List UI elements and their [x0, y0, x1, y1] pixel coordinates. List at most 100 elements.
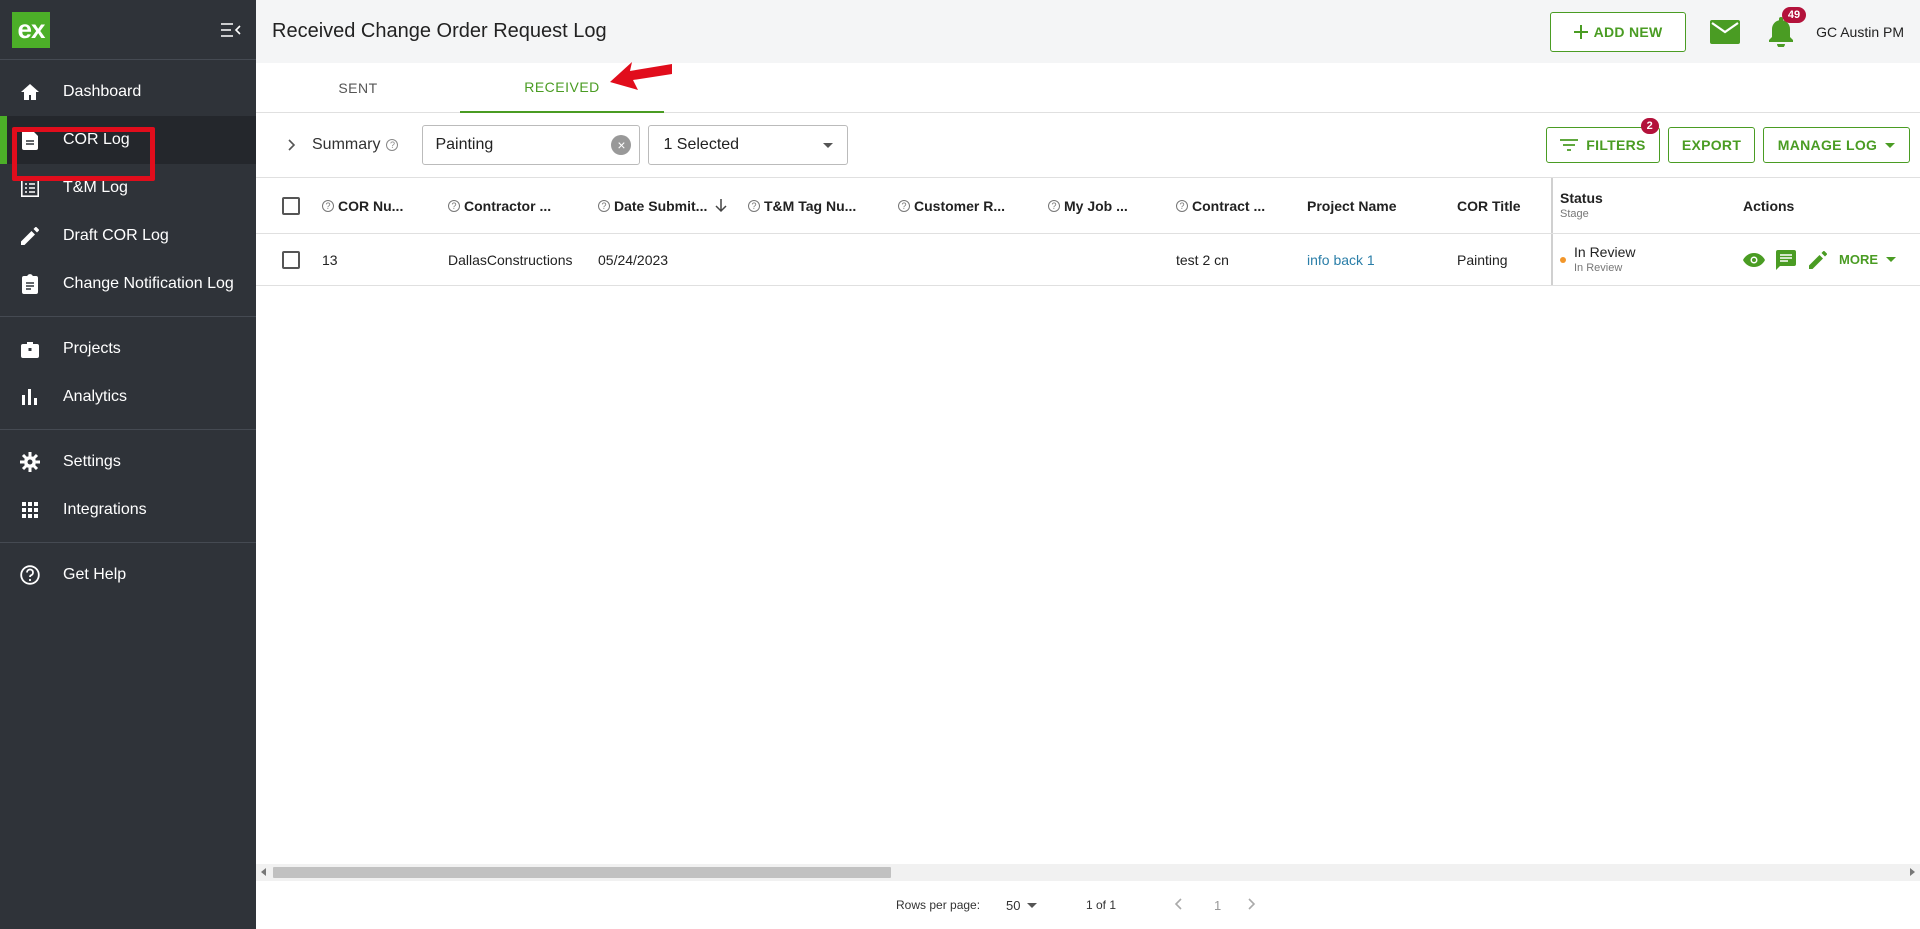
- col-contract[interactable]: ? Contract ...: [1176, 198, 1265, 214]
- sidebar-group-help: Get Help: [0, 543, 256, 607]
- cell-project-name-link[interactable]: info back 1: [1307, 252, 1375, 268]
- col-actions: Actions: [1743, 197, 1795, 214]
- row-checkbox[interactable]: [282, 250, 300, 269]
- summary-help-icon[interactable]: ?: [386, 139, 399, 151]
- manage-log-button[interactable]: MANAGE LOG: [1763, 127, 1910, 163]
- col-date-submitted[interactable]: ? Date Submit...: [598, 198, 727, 214]
- pagination: Rows per page: 50 1 of 1 1: [256, 881, 1920, 929]
- col-cor-number[interactable]: ? COR Nu...: [322, 198, 403, 214]
- select-all-checkbox[interactable]: [282, 196, 300, 215]
- column-divider: [1551, 234, 1553, 285]
- user-menu[interactable]: GC Austin PM: [1816, 24, 1904, 40]
- col-project-name[interactable]: Project Name: [1307, 198, 1396, 214]
- pencil-icon: [20, 226, 40, 246]
- view-eye-icon[interactable]: [1743, 249, 1765, 271]
- notifications-bell-icon[interactable]: 49: [1766, 6, 1807, 49]
- sidebar-item-draft-cor-log[interactable]: Draft COR Log: [0, 212, 256, 260]
- sidebar-group-logs: Dashboard COR Log T&M Log Draft COR Log …: [0, 60, 256, 317]
- sidebar-group-projects: Projects Analytics: [0, 317, 256, 430]
- sidebar-item-get-help[interactable]: Get Help: [0, 551, 256, 599]
- sidebar-item-tm-log[interactable]: T&M Log: [0, 164, 256, 212]
- clear-search-icon[interactable]: ×: [611, 135, 632, 155]
- home-icon: [20, 82, 40, 102]
- column-label: Status: [1560, 189, 1603, 206]
- filter-icon: [1560, 139, 1579, 151]
- expand-summary-chevron-icon[interactable]: [284, 137, 300, 153]
- document-icon: [20, 130, 40, 150]
- cell-actions: MORE: [1743, 249, 1896, 271]
- filters-button[interactable]: FILTERS 2: [1546, 118, 1660, 163]
- briefcase-icon: [20, 339, 40, 359]
- bar-chart-icon: [20, 387, 40, 407]
- log-tabs: SENT RECEIVED: [256, 63, 1920, 113]
- sidebar-item-cor-log[interactable]: COR Log: [0, 116, 256, 164]
- more-actions-button[interactable]: MORE: [1839, 252, 1896, 267]
- column-sub-label: Stage: [1560, 207, 1589, 220]
- annotation-arrow: [610, 62, 672, 90]
- help-icon: ?: [598, 199, 610, 212]
- scroll-right-arrow-icon[interactable]: [1910, 868, 1915, 876]
- sidebar-item-projects[interactable]: Projects: [0, 325, 256, 373]
- column-label: T&M Tag Nu...: [764, 197, 857, 214]
- collapse-sidebar-icon[interactable]: [220, 19, 242, 41]
- chevron-down-icon: [1885, 142, 1896, 148]
- search-input[interactable]: [435, 136, 612, 154]
- sidebar-item-settings[interactable]: Settings: [0, 438, 256, 486]
- cell-contract: test 2 cn: [1176, 251, 1229, 268]
- comment-icon[interactable]: [1775, 249, 1797, 271]
- rows-per-page-label: Rows per page:: [896, 898, 981, 912]
- status-select[interactable]: 1 Selected: [648, 125, 849, 165]
- cell-contractor: DallasConstructions: [448, 251, 573, 268]
- previous-page-icon[interactable]: [1174, 897, 1182, 913]
- sidebar-item-change-notification-log[interactable]: Change Notification Log: [0, 260, 256, 308]
- export-button[interactable]: EXPORT: [1668, 127, 1755, 163]
- col-cor-title[interactable]: COR Title: [1457, 198, 1521, 214]
- sidebar-item-label: Settings: [63, 453, 121, 470]
- col-status[interactable]: Status Stage: [1560, 190, 1603, 222]
- sort-descending-icon: [715, 198, 727, 212]
- edit-pencil-icon[interactable]: [1807, 249, 1829, 271]
- clipboard-icon: [20, 274, 40, 294]
- page-title: Received Change Order Request Log: [272, 20, 607, 42]
- app-logo[interactable]: ex: [12, 11, 50, 48]
- manage-log-label: MANAGE LOG: [1777, 137, 1878, 153]
- cell-date-submitted: 05/24/2023: [598, 251, 669, 268]
- rows-per-page-select[interactable]: 50: [1006, 898, 1038, 913]
- column-label: Customer R...: [914, 197, 1006, 214]
- col-my-job[interactable]: ? My Job ...: [1048, 198, 1128, 214]
- col-customer-ref[interactable]: ? Customer R...: [898, 198, 1005, 214]
- sidebar-item-analytics[interactable]: Analytics: [0, 373, 256, 421]
- add-new-button[interactable]: ADD NEW: [1550, 11, 1687, 52]
- sidebar-item-label: Dashboard: [63, 83, 142, 100]
- status-dot-icon: [1560, 256, 1566, 263]
- sidebar-item-dashboard[interactable]: Dashboard: [0, 68, 256, 116]
- table-row[interactable]: 13 DallasConstructions 05/24/2023 test 2…: [256, 234, 1920, 286]
- horizontal-scrollbar[interactable]: [256, 864, 1920, 881]
- tab-sent[interactable]: SENT: [256, 63, 460, 113]
- sidebar: ex Dashboard COR Log T&M Log Draft COR L…: [0, 0, 256, 929]
- sidebar-item-label: Analytics: [63, 388, 128, 405]
- scroll-left-arrow-icon[interactable]: [261, 868, 266, 876]
- filters-label: FILTERS: [1586, 137, 1646, 153]
- chevron-down-icon: [823, 142, 834, 148]
- next-page-icon[interactable]: [1248, 897, 1256, 913]
- list-icon: [20, 178, 40, 198]
- mail-icon[interactable]: [1708, 18, 1742, 46]
- filters-count-badge: 2: [1640, 118, 1659, 134]
- col-contractor[interactable]: ? Contractor ...: [448, 198, 551, 214]
- notification-count-badge: 49: [1781, 6, 1807, 23]
- help-icon: ?: [748, 199, 760, 212]
- gear-icon: [20, 452, 40, 472]
- search-field[interactable]: ×: [422, 125, 641, 165]
- toolbar-actions: FILTERS 2 EXPORT MANAGE LOG: [1546, 118, 1920, 163]
- page-number[interactable]: 1: [1214, 898, 1221, 913]
- sidebar-item-label: COR Log: [63, 131, 130, 148]
- scrollbar-thumb[interactable]: [273, 867, 891, 878]
- sidebar-item-label: Draft COR Log: [63, 227, 169, 244]
- col-tm-tag[interactable]: ? T&M Tag Nu...: [748, 198, 856, 214]
- sidebar-item-label: Integrations: [63, 501, 147, 518]
- help-circle-icon: [20, 565, 40, 585]
- summary-label[interactable]: Summary: [312, 136, 380, 154]
- sidebar-item-integrations[interactable]: Integrations: [0, 486, 256, 534]
- sidebar-header: ex: [0, 0, 256, 60]
